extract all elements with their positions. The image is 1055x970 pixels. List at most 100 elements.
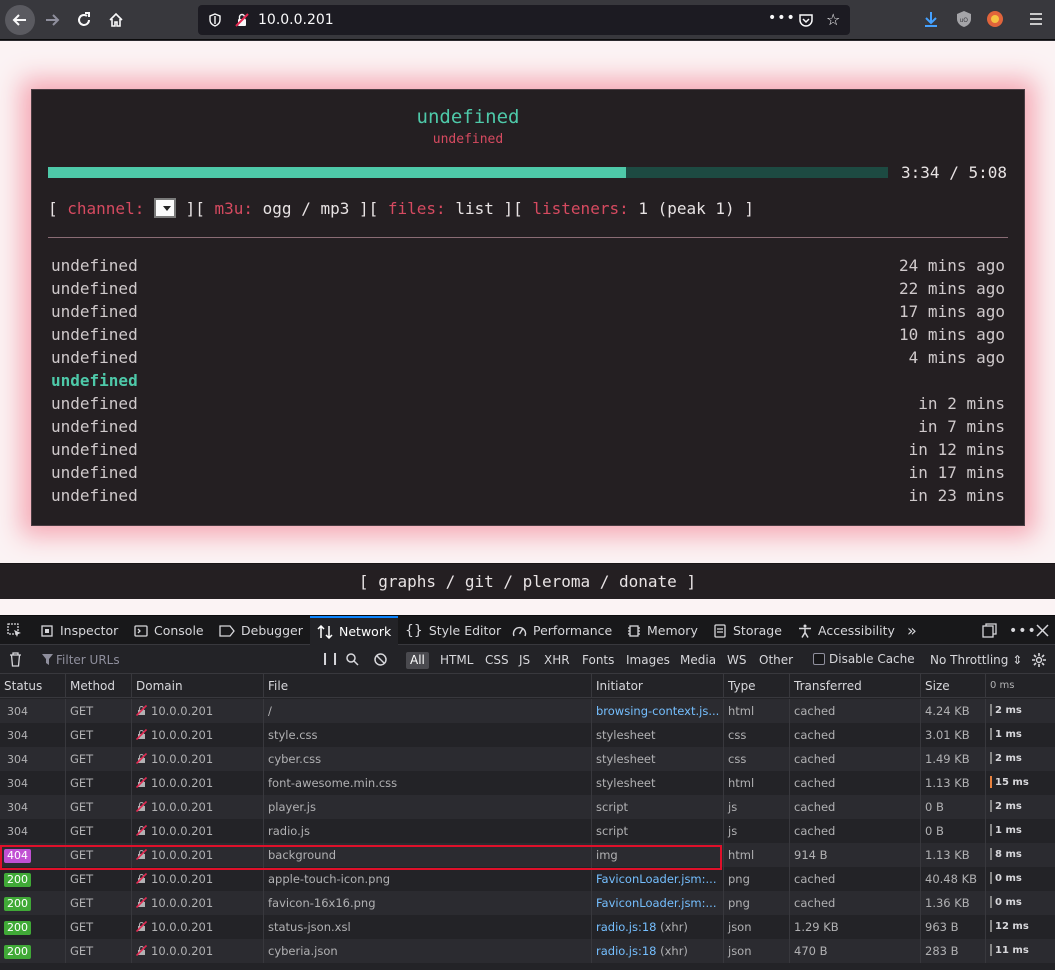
tab-inspector[interactable]: Inspector — [40, 616, 118, 645]
initiator-link[interactable]: browsing-context.js... — [596, 704, 719, 718]
close-devtools-icon[interactable] — [1036, 616, 1049, 645]
table-row[interactable]: 304 GET 10.0.0.201 radio.js script js cached 0 … — [0, 819, 1055, 843]
download-icon[interactable] — [922, 10, 940, 28]
history-time: 17 mins ago — [899, 302, 1005, 321]
filter-type-all[interactable]: All — [406, 652, 429, 669]
initiator-link[interactable]: FaviconLoader.jsm:... — [596, 896, 716, 910]
trash-icon[interactable] — [9, 652, 22, 667]
domain-cell: 10.0.0.201 — [132, 939, 264, 963]
gear-icon[interactable] — [1031, 652, 1047, 668]
files-link[interactable]: list — [446, 199, 494, 218]
initiator-suffix: (xhr) — [656, 944, 688, 958]
hamburger-menu-icon[interactable] — [1028, 11, 1044, 27]
column-header[interactable]: 0 ms — [986, 674, 1055, 698]
search-icon[interactable] — [346, 653, 359, 666]
insecure-lock-icon — [135, 752, 148, 765]
tab-accessibility[interactable]: Accessibility — [798, 616, 895, 645]
status-badge: 304 — [7, 801, 28, 814]
tab-console[interactable]: Console — [134, 616, 204, 645]
waterfall-cell: 8 ms — [986, 843, 1055, 867]
table-row[interactable]: 304 GET 10.0.0.201 player.js script js cached 0… — [0, 795, 1055, 819]
size-cell: 1.36 KB — [921, 891, 986, 915]
tab-style-editor[interactable]: {} Style Editor — [405, 616, 501, 645]
filter-type-images[interactable]: Images — [622, 652, 674, 669]
size-cell: 3.01 KB — [921, 723, 986, 747]
table-row[interactable]: 404 GET 10.0.0.201 background img html 914 B 1.… — [0, 843, 1055, 867]
bookmark-star-icon[interactable]: ☆ — [826, 10, 840, 29]
pause-icon[interactable]: ❙❙ — [320, 651, 340, 665]
initiator-text: stylesheet — [596, 776, 656, 790]
filter-urls-input[interactable]: Filter URLs — [56, 653, 120, 667]
m3u-links[interactable]: ogg / mp3 — [253, 199, 350, 218]
initiator-link[interactable]: FaviconLoader.jsm:... — [596, 872, 716, 886]
table-row[interactable]: 304 GET 10.0.0.201 style.css stylesheet css ca… — [0, 723, 1055, 747]
status-badge: 304 — [7, 705, 28, 718]
timing-text: 2 ms — [995, 753, 1022, 764]
column-header[interactable]: Method — [66, 674, 132, 698]
table-row[interactable]: 304 GET 10.0.0.201 / browsing-context.js... h… — [0, 699, 1055, 723]
initiator-link[interactable]: radio.js:18 — [596, 920, 656, 934]
filter-type-fonts[interactable]: Fonts — [578, 652, 618, 669]
channel-select[interactable] — [153, 198, 176, 218]
tab-debugger[interactable]: Debugger — [219, 616, 303, 645]
footer-links[interactable]: [ graphs / git / pleroma / donate ] — [0, 563, 1055, 599]
filter-type-other[interactable]: Other — [755, 652, 797, 669]
tab-storage[interactable]: Storage — [713, 616, 782, 645]
table-row[interactable]: 200 GET 10.0.0.201 status-json.xsl radio.js:… — [0, 915, 1055, 939]
url-bar[interactable]: 10.0.0.201 ••• ☆ — [198, 5, 850, 35]
waterfall-cell: 1 ms — [986, 819, 1055, 843]
pocket-icon[interactable] — [798, 12, 814, 28]
ublock-origin-icon[interactable]: uO — [955, 10, 973, 28]
column-header[interactable]: Type — [724, 674, 790, 698]
devtools-menu-icon[interactable]: ••• — [1009, 616, 1037, 645]
filter-type-media[interactable]: Media — [676, 652, 720, 669]
domain-text: 10.0.0.201 — [151, 728, 214, 742]
tab-performance[interactable]: Performance — [512, 616, 612, 645]
checkbox[interactable] — [813, 653, 825, 665]
table-row[interactable]: 200 GET 10.0.0.201 favicon-16x16.png Favicon… — [0, 891, 1055, 915]
filter-type-css[interactable]: CSS — [481, 652, 513, 669]
tab-memory[interactable]: Memory — [627, 616, 698, 645]
insecure-lock-icon[interactable] — [235, 13, 249, 27]
pick-element-button[interactable] — [7, 616, 22, 645]
url-text[interactable]: 10.0.0.201 — [258, 12, 334, 28]
initiator-text: script — [596, 800, 629, 814]
dock-toggle-icon[interactable] — [982, 616, 997, 645]
tab-network[interactable]: Network — [310, 616, 399, 645]
column-header[interactable]: Domain — [132, 674, 264, 698]
status-badge: 404 — [4, 849, 31, 863]
back-button[interactable] — [5, 5, 35, 35]
tab-label: Performance — [533, 623, 613, 638]
size-cell: 4.24 KB — [921, 699, 986, 723]
file-cell: favicon-16x16.png — [264, 891, 592, 915]
domain-cell: 10.0.0.201 — [132, 915, 264, 939]
extension-icon[interactable] — [986, 10, 1004, 28]
throttling-select[interactable]: No Throttling ⇕ — [930, 653, 1022, 667]
shield-icon[interactable] — [208, 13, 222, 27]
filter-type-xhr[interactable]: XHR — [540, 652, 574, 669]
column-header[interactable]: Transferred — [790, 674, 921, 698]
filter-type-html[interactable]: HTML — [436, 652, 477, 669]
reload-button[interactable] — [70, 6, 98, 34]
filter-type-ws[interactable]: WS — [723, 652, 750, 669]
file-cell: font-awesome.min.css — [264, 771, 592, 795]
table-row[interactable]: 200 GET 10.0.0.201 apple-touch-icon.png Favi… — [0, 867, 1055, 891]
more-tools-chevron-icon[interactable]: » — [907, 616, 917, 645]
forward-button[interactable] — [38, 6, 66, 34]
column-header[interactable]: Status — [0, 674, 66, 698]
table-row[interactable]: 304 GET 10.0.0.201 cyber.css stylesheet css ca… — [0, 747, 1055, 771]
waterfall-bar — [990, 800, 992, 812]
disable-cache-checkbox[interactable]: Disable Cache — [813, 652, 915, 666]
filter-type-js[interactable]: JS — [515, 652, 534, 669]
initiator-link[interactable]: radio.js:18 — [596, 944, 656, 958]
table-row[interactable]: 304 GET 10.0.0.201 font-awesome.min.css styl… — [0, 771, 1055, 795]
domain-cell: 10.0.0.201 — [132, 891, 264, 915]
table-row[interactable]: 200 GET 10.0.0.201 cyberia.json radio.js:18 … — [0, 939, 1055, 963]
column-header[interactable]: Initiator — [592, 674, 724, 698]
progress-bar[interactable] — [48, 167, 888, 178]
column-header[interactable]: File — [264, 674, 592, 698]
block-icon[interactable] — [374, 653, 387, 666]
more-actions-icon[interactable]: ••• — [768, 10, 796, 26]
home-button[interactable] — [102, 6, 130, 34]
column-header[interactable]: Size — [921, 674, 986, 698]
